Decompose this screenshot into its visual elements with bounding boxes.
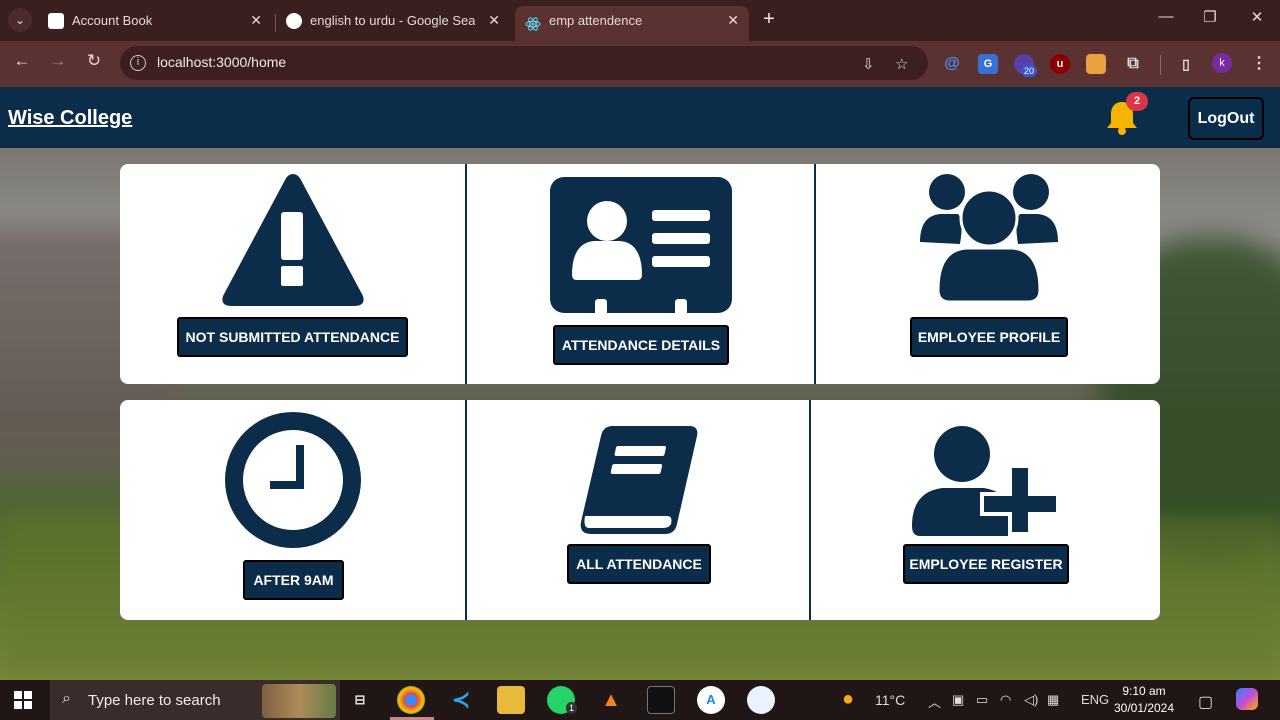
user-plus-icon — [912, 426, 1060, 536]
browser-toolbar: ← → ↻ i localhost:3000/home ⇩ ☆ @ G 20 u… — [0, 41, 1280, 87]
search-icon: ⌕ — [62, 690, 71, 707]
keyboard-icon[interactable]: ▦ — [1047, 692, 1059, 708]
window-close-icon[interactable]: ✕ — [1245, 8, 1269, 26]
card-all-attendance[interactable]: ALL ATTENDANCE — [467, 400, 809, 620]
search-placeholder: Type here to search — [88, 692, 221, 709]
clock-time: 9:10 am — [1122, 684, 1166, 698]
users-group-icon — [920, 174, 1058, 302]
extensions-puzzle-icon[interactable]: ⧉ — [1123, 54, 1143, 74]
weather-icon[interactable]: ● — [842, 688, 854, 711]
side-panel-icon[interactable]: ▯ — [1176, 54, 1196, 74]
windows-start-icon[interactable] — [14, 691, 32, 709]
app-taskbar-icon[interactable] — [747, 686, 775, 714]
windows-taskbar: ⌕ Type here to search ⊟ ≺ 1 ▲ A ● 11°C ︿… — [0, 680, 1280, 720]
notification-badge: 2 — [1126, 92, 1148, 111]
chrome-taskbar-icon[interactable] — [397, 686, 425, 714]
brand-link[interactable]: Wise College — [8, 107, 132, 130]
site-info-icon[interactable]: i — [130, 55, 146, 71]
app-store-taskbar-icon[interactable]: A — [697, 686, 725, 714]
account-book-favicon-icon — [48, 13, 64, 29]
card-attendance-details[interactable]: ATTENDANCE DETAILS — [467, 164, 814, 384]
close-icon[interactable]: ✕ — [488, 6, 500, 35]
google-favicon-icon — [286, 13, 302, 29]
book-icon — [580, 426, 698, 534]
whatsapp-badge: 1 — [566, 702, 578, 714]
attendance-details-button[interactable]: ATTENDANCE DETAILS — [553, 325, 729, 365]
extension-badge: 20 — [1021, 65, 1038, 77]
logout-button[interactable]: LogOut — [1188, 97, 1264, 140]
close-icon[interactable]: ✕ — [727, 6, 739, 35]
volume-icon[interactable]: ◁) — [1024, 692, 1038, 708]
close-icon[interactable]: ✕ — [250, 6, 262, 35]
tab-title: emp attendence — [549, 13, 643, 28]
ublock-extension-icon[interactable]: u — [1050, 54, 1070, 74]
restore-icon[interactable]: ❐ — [1198, 8, 1222, 26]
wifi-icon[interactable]: ◠ — [1000, 692, 1011, 708]
toolbar-divider — [1160, 55, 1161, 75]
reload-icon[interactable]: ↻ — [82, 51, 106, 71]
tab-title: english to urdu - Google Search — [310, 13, 475, 28]
id-card-icon — [550, 177, 732, 317]
notifications-icon[interactable]: ▢ — [1198, 692, 1213, 712]
profile-avatar[interactable]: k — [1212, 53, 1232, 73]
at-extension-icon[interactable]: @ — [942, 54, 962, 74]
card-employee-profile[interactable]: EMPLOYEE PROFILE — [816, 164, 1160, 384]
dashboard-row-1: NOT SUBMITTED ATTENDANCE ATTENDANCE DETA… — [120, 164, 1160, 384]
vscode-taskbar-icon[interactable]: ≺ — [447, 686, 475, 714]
clock-icon — [225, 412, 361, 548]
tab-title: Account Book — [72, 13, 153, 28]
install-app-icon[interactable]: ⇩ — [862, 55, 875, 73]
taskbar-search-box[interactable]: ⌕ Type here to search — [50, 680, 340, 720]
forward-icon[interactable]: → — [46, 51, 70, 71]
tray-overflow-icon[interactable]: ︿ — [928, 692, 941, 711]
address-bar[interactable]: i localhost:3000/home ⇩ ☆ — [120, 46, 928, 80]
back-icon[interactable]: ← — [10, 51, 34, 71]
weather-temperature[interactable]: 11°C — [875, 692, 905, 708]
all-attendance-button[interactable]: ALL ATTENDANCE — [567, 544, 711, 584]
search-highlight-image — [262, 684, 336, 718]
tab-search-menu-button[interactable]: ⌄ — [8, 8, 32, 32]
url-text[interactable]: localhost:3000/home — [157, 54, 286, 70]
translate-extension-icon[interactable]: G — [978, 54, 998, 74]
new-tab-button[interactable]: + — [758, 8, 780, 30]
tray-app-icon[interactable]: ▣ — [952, 692, 964, 708]
copilot-icon[interactable] — [1236, 688, 1258, 710]
employee-profile-button[interactable]: EMPLOYEE PROFILE — [910, 317, 1068, 357]
page-viewport: Wise College 2 LogOut NOT SUBMITTED ATTE… — [0, 87, 1280, 680]
terminal-taskbar-icon[interactable] — [647, 686, 675, 714]
file-explorer-taskbar-icon[interactable] — [497, 686, 525, 714]
dashboard-row-2: AFTER 9AM ALL ATTENDANCE EMPLOYEE REGIST… — [120, 400, 1160, 620]
tab-emp-attendence[interactable]: emp attendence ✕ — [515, 6, 749, 41]
task-view-icon[interactable]: ⊟ — [346, 686, 374, 714]
battery-icon[interactable]: ▭ — [976, 692, 988, 708]
browser-menu-icon[interactable]: ⋮ — [1249, 54, 1269, 74]
language-indicator[interactable]: ENG — [1081, 692, 1109, 707]
minimize-icon[interactable]: — — [1154, 8, 1178, 25]
app-navbar: Wise College 2 LogOut — [0, 87, 1280, 148]
vlc-taskbar-icon[interactable]: ▲ — [597, 686, 625, 714]
orange-extension-icon[interactable] — [1086, 54, 1106, 74]
tab-account-book[interactable]: Account Book ✕ — [38, 6, 272, 41]
bookmark-star-icon[interactable]: ☆ — [895, 55, 908, 73]
warning-triangle-icon — [222, 174, 364, 306]
not-submitted-attendance-button[interactable]: NOT SUBMITTED ATTENDANCE — [177, 317, 408, 357]
after-9am-button[interactable]: AFTER 9AM — [243, 560, 344, 600]
employee-register-button[interactable]: EMPLOYEE REGISTER — [903, 544, 1069, 584]
browser-tab-bar: ⌄ Account Book ✕ english to urdu - Googl… — [0, 0, 1280, 41]
react-favicon-icon — [525, 13, 541, 31]
taskbar-clock[interactable]: 9:10 am 30/01/2024 — [1112, 683, 1176, 717]
card-employee-register[interactable]: EMPLOYEE REGISTER — [811, 400, 1160, 620]
card-after-9am[interactable]: AFTER 9AM — [120, 400, 465, 620]
card-not-submitted-attendance[interactable]: NOT SUBMITTED ATTENDANCE — [120, 164, 465, 384]
clock-date: 30/01/2024 — [1113, 701, 1175, 715]
tab-google-search[interactable]: english to urdu - Google Search ✕ — [276, 6, 510, 41]
